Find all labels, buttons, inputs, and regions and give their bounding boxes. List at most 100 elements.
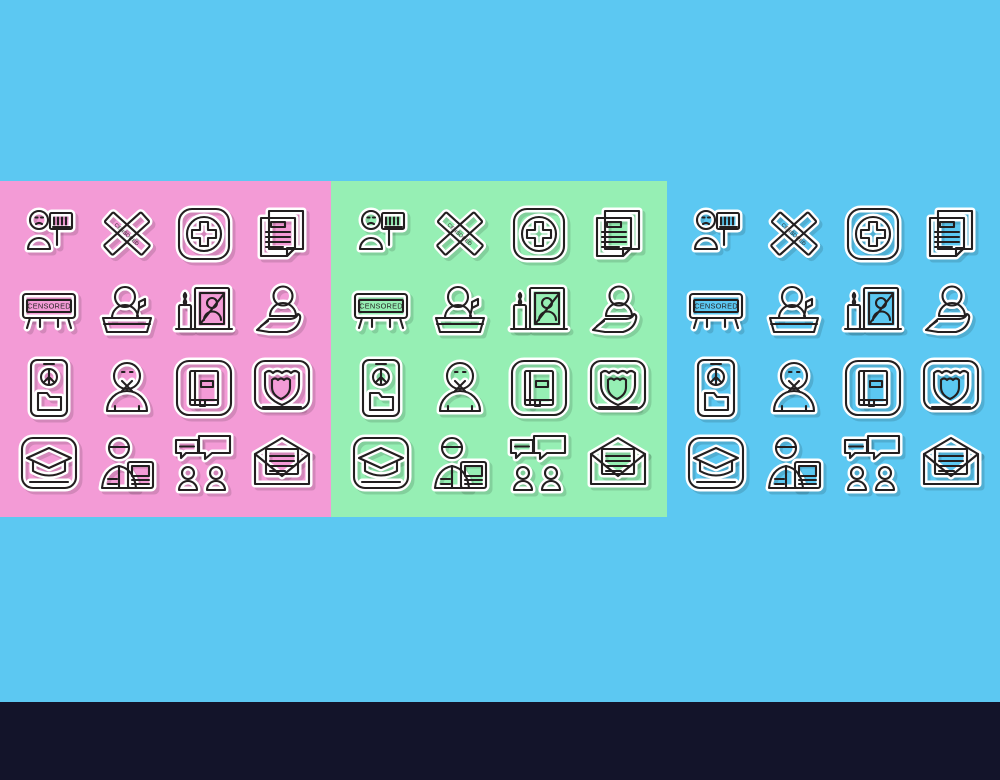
icon-cell[interactable]: [88, 349, 166, 426]
icon-cell[interactable]: [243, 195, 321, 272]
icon-panel-green: CENSORED CENSORED: [331, 181, 667, 517]
silenced-person-icon[interactable]: [94, 355, 160, 421]
icon-cell[interactable]: [243, 272, 321, 349]
icon-cell[interactable]: [420, 272, 499, 349]
screenshot-canvas: CENSORED CENSORED CENSORED CENSORED CENS…: [0, 0, 1000, 780]
icon-cell[interactable]: CENSORED: [88, 195, 166, 272]
protester-with-placard-icon[interactable]: [16, 201, 82, 267]
icon-cell[interactable]: [755, 272, 833, 349]
icon-cell[interactable]: [677, 426, 755, 503]
icon-cell[interactable]: [420, 426, 499, 503]
icon-cell[interactable]: [341, 426, 420, 503]
icon-cell[interactable]: [166, 426, 244, 503]
icon-cell[interactable]: [88, 426, 166, 503]
shield-heart-icon[interactable]: [918, 355, 985, 421]
icon-cell[interactable]: [834, 272, 912, 349]
icon-cell[interactable]: [912, 426, 990, 503]
silenced-person-icon[interactable]: [427, 355, 493, 421]
icon-cell[interactable]: [88, 272, 166, 349]
icon-cell[interactable]: CENSORED: [341, 272, 420, 349]
icon-cell[interactable]: [341, 349, 420, 426]
book-diary-icon[interactable]: [840, 355, 907, 421]
icon-cell[interactable]: [912, 349, 990, 426]
icon-cell[interactable]: CENSORED: [755, 195, 833, 272]
person-in-hand-care-icon[interactable]: [249, 278, 315, 344]
protester-with-placard-icon[interactable]: [348, 201, 414, 267]
documents-papers-icon[interactable]: [918, 201, 984, 267]
icon-cell[interactable]: [499, 349, 578, 426]
icon-cell[interactable]: [578, 195, 657, 272]
icon-cell[interactable]: [834, 349, 912, 426]
graduation-cap-icon[interactable]: [348, 432, 414, 498]
journalist-reporter-icon[interactable]: [94, 432, 160, 498]
medical-cross-circle-icon[interactable]: [506, 201, 572, 267]
icon-cell[interactable]: [755, 426, 833, 503]
icon-grid-green: CENSORED CENSORED: [331, 181, 667, 517]
shield-heart-icon[interactable]: [249, 355, 316, 421]
medical-cross-circle-icon[interactable]: [840, 201, 906, 267]
icon-cell[interactable]: [166, 195, 244, 272]
phone-peace-folder-icon[interactable]: [16, 355, 82, 422]
silenced-person-icon[interactable]: [761, 355, 827, 421]
phone-peace-folder-icon[interactable]: [683, 355, 749, 422]
person-in-hand-care-icon[interactable]: [585, 278, 651, 344]
icon-cell[interactable]: [677, 349, 755, 426]
icon-cell[interactable]: [834, 195, 912, 272]
book-diary-icon[interactable]: [506, 355, 572, 421]
person-in-hand-care-icon[interactable]: [918, 278, 984, 344]
icon-cell[interactable]: CENSORED: [420, 195, 499, 272]
graduation-cap-icon[interactable]: [16, 432, 83, 498]
icon-cell[interactable]: [912, 272, 990, 349]
icon-cell[interactable]: [499, 195, 578, 272]
speaker-at-podium-icon[interactable]: [761, 278, 827, 344]
icon-cell[interactable]: [834, 426, 912, 503]
icon-cell[interactable]: [10, 426, 88, 503]
icon-cell[interactable]: [166, 349, 244, 426]
censored-sign-board-icon[interactable]: CENSORED: [683, 278, 749, 344]
icon-cell[interactable]: [341, 195, 420, 272]
censored-tape-cross-icon[interactable]: CENSORED: [94, 201, 160, 267]
icon-cell[interactable]: [243, 426, 321, 503]
memorial-candle-photo-icon[interactable]: [840, 278, 908, 344]
icon-cell[interactable]: [499, 272, 578, 349]
journalist-reporter-icon[interactable]: [427, 432, 493, 498]
icon-cell[interactable]: CENSORED: [677, 272, 755, 349]
icon-cell[interactable]: [420, 349, 499, 426]
journalist-reporter-icon[interactable]: [761, 432, 827, 498]
icon-cell[interactable]: [499, 426, 578, 503]
book-diary-icon[interactable]: [171, 355, 238, 421]
censored-sign-board-icon[interactable]: CENSORED: [348, 278, 414, 344]
censored-tape-cross-icon[interactable]: CENSORED: [761, 201, 827, 267]
two-people-chat-icon[interactable]: [840, 432, 906, 498]
medical-cross-circle-icon[interactable]: [171, 201, 237, 267]
icon-cell[interactable]: [912, 195, 990, 272]
speaker-at-podium-icon[interactable]: [427, 278, 493, 344]
phone-peace-folder-icon[interactable]: [348, 355, 414, 422]
protester-with-placard-icon[interactable]: [683, 201, 749, 267]
icon-cell[interactable]: [578, 426, 657, 503]
icon-cell[interactable]: [578, 272, 657, 349]
icon-cell[interactable]: [10, 195, 88, 272]
icon-cell[interactable]: [677, 195, 755, 272]
icon-cell[interactable]: [578, 349, 657, 426]
icon-cell[interactable]: [755, 349, 833, 426]
graduation-cap-icon[interactable]: [683, 432, 750, 498]
memorial-candle-photo-icon[interactable]: [506, 278, 573, 344]
open-envelope-letter-icon[interactable]: [585, 432, 651, 498]
censored-tape-cross-icon[interactable]: CENSORED: [427, 201, 493, 267]
icon-cell[interactable]: [10, 349, 88, 426]
footer-bar: VectorStock® VectorStock.com/45885131: [0, 702, 1000, 780]
icon-cell[interactable]: [243, 349, 321, 426]
icon-cell[interactable]: CENSORED: [10, 272, 88, 349]
two-people-chat-icon[interactable]: [506, 432, 572, 498]
documents-papers-icon[interactable]: [585, 201, 651, 267]
two-people-chat-icon[interactable]: [171, 432, 237, 498]
documents-papers-icon[interactable]: [249, 201, 315, 267]
open-envelope-letter-icon[interactable]: [249, 432, 316, 498]
icon-cell[interactable]: [166, 272, 244, 349]
memorial-candle-photo-icon[interactable]: [171, 278, 239, 344]
censored-sign-board-icon[interactable]: CENSORED: [16, 278, 82, 344]
speaker-at-podium-icon[interactable]: [94, 278, 160, 344]
shield-heart-icon[interactable]: [585, 355, 651, 421]
open-envelope-letter-icon[interactable]: [918, 432, 985, 498]
